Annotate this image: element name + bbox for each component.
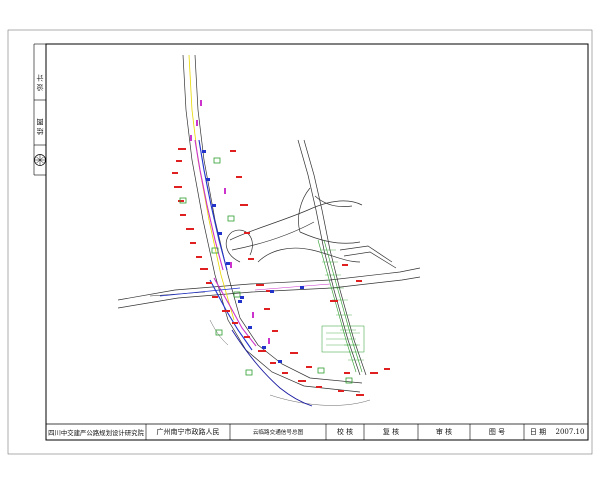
number-label: 图 号 bbox=[488, 428, 506, 436]
sign-board bbox=[317, 367, 325, 374]
signal-marker bbox=[316, 386, 322, 388]
signal-marker bbox=[212, 296, 218, 298]
pole-marker bbox=[268, 338, 270, 344]
signal-marker bbox=[270, 362, 276, 364]
signal-marker bbox=[370, 372, 378, 374]
approve-label: 审 核 bbox=[435, 428, 453, 436]
signal-marker bbox=[186, 228, 194, 230]
lane-sign bbox=[226, 262, 230, 265]
sign-board bbox=[245, 369, 253, 376]
signal-marker bbox=[236, 176, 242, 178]
cad-drawing bbox=[7, 29, 593, 455]
signal-marker bbox=[244, 336, 250, 338]
signal-marker bbox=[248, 258, 254, 260]
sign-board bbox=[227, 215, 235, 222]
signal-marker bbox=[256, 284, 264, 286]
signal-marker bbox=[258, 350, 266, 352]
signal-marker bbox=[200, 268, 208, 270]
design-label: 设 计 bbox=[36, 74, 44, 92]
org-name: 四川中交建严公路规划设计研究院 bbox=[48, 428, 144, 437]
signal-marker bbox=[230, 150, 236, 152]
signal-marker bbox=[232, 322, 238, 324]
institute-logo-icon bbox=[34, 154, 46, 166]
signal-marker bbox=[264, 308, 270, 310]
lane-sign bbox=[240, 296, 244, 299]
drawing-name: 云临路交通信号总图 bbox=[252, 430, 304, 436]
signal-marker bbox=[190, 242, 196, 244]
date-value: 2007.10 bbox=[555, 428, 585, 436]
lane-sign bbox=[300, 286, 304, 289]
sign-board bbox=[213, 157, 221, 164]
inner-frame bbox=[45, 43, 589, 441]
signal-marker bbox=[338, 390, 344, 392]
road-network bbox=[117, 54, 421, 406]
signal-marker bbox=[272, 330, 278, 332]
pole-marker bbox=[224, 188, 226, 194]
signal-marker bbox=[356, 280, 362, 282]
lane-sign bbox=[238, 300, 242, 303]
lane-sign bbox=[278, 360, 282, 363]
lane-sign bbox=[218, 232, 222, 235]
signal-marker bbox=[342, 264, 348, 266]
signal-marker bbox=[356, 394, 364, 396]
pole-marker bbox=[190, 135, 192, 141]
signal-marker bbox=[282, 372, 288, 374]
check-label: 校 核 bbox=[336, 428, 354, 436]
lane-sign bbox=[248, 326, 252, 329]
signal-marker bbox=[290, 352, 298, 354]
signal-marker bbox=[206, 282, 212, 284]
lane-sign bbox=[206, 178, 210, 181]
pole-marker bbox=[196, 120, 198, 126]
signal-marker bbox=[178, 200, 184, 202]
signal-marker bbox=[196, 256, 202, 258]
project-name: 广州南宁市政路人民 bbox=[156, 428, 220, 436]
signal-marker bbox=[344, 372, 350, 374]
date-label: 日 期 bbox=[529, 428, 547, 436]
outer-frame bbox=[7, 29, 593, 455]
signal-marker bbox=[180, 214, 186, 216]
signal-marker bbox=[330, 300, 338, 302]
lane-sign bbox=[202, 150, 206, 153]
signal-marker bbox=[178, 148, 186, 150]
review-label: 复 核 bbox=[382, 428, 400, 436]
signal-symbols bbox=[172, 100, 390, 396]
pole-marker bbox=[200, 100, 202, 106]
signal-marker bbox=[176, 160, 182, 162]
pole-marker bbox=[230, 262, 232, 268]
side-strip bbox=[33, 43, 46, 176]
center-line bbox=[188, 54, 235, 321]
sign-board bbox=[215, 329, 223, 336]
river bbox=[231, 329, 313, 407]
signal-marker bbox=[298, 380, 306, 382]
signal-marker bbox=[174, 186, 182, 188]
drawn-label: 绘 图 bbox=[36, 118, 44, 136]
signal-marker bbox=[172, 172, 178, 174]
signal-marker bbox=[306, 366, 312, 368]
pole-marker bbox=[252, 312, 254, 318]
lane-sign bbox=[270, 290, 274, 293]
signal-marker bbox=[222, 310, 230, 312]
lane-markings bbox=[159, 139, 331, 351]
signal-marker bbox=[384, 368, 390, 370]
signal-marker bbox=[244, 232, 250, 234]
lane-sign bbox=[212, 204, 216, 207]
drawing-sheet bbox=[0, 0, 600, 480]
lane-sign bbox=[262, 346, 266, 349]
signal-marker bbox=[240, 204, 248, 206]
